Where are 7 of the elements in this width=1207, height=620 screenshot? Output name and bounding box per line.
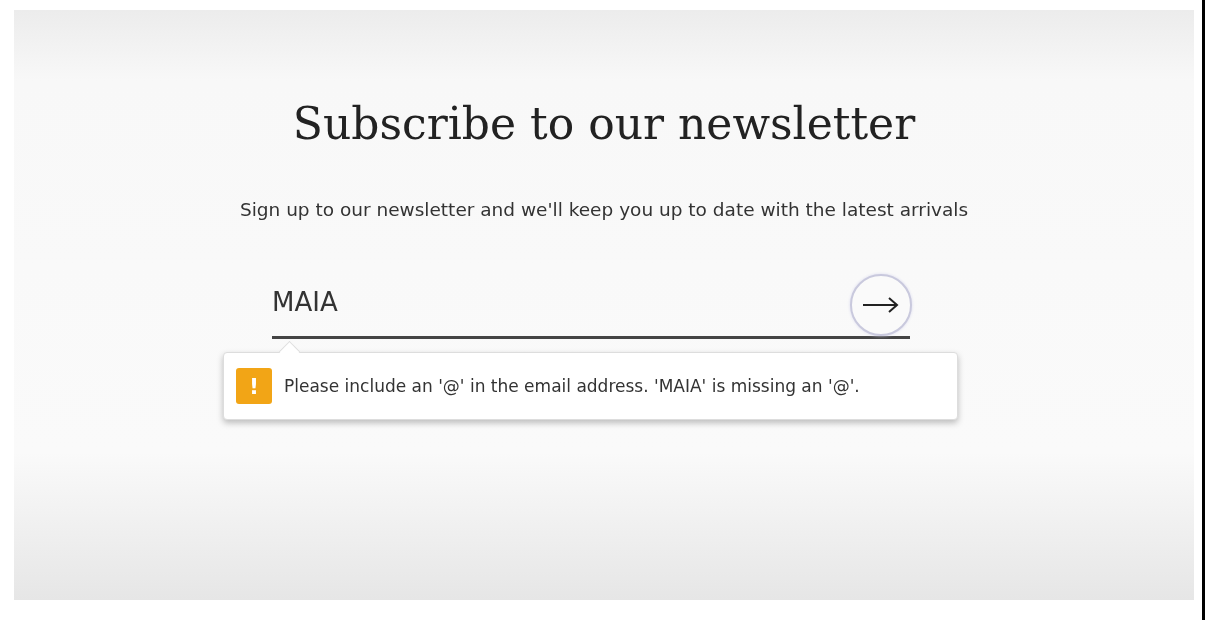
subheading: Sign up to our newsletter and we'll keep you up to date with the latest arrivals xyxy=(239,198,969,222)
warning-icon: ! xyxy=(236,368,272,404)
email-field[interactable]: MAIA xyxy=(272,271,838,332)
validation-message: Please include an '@' in the email address. 'MAIA' is missing an '@'. xyxy=(284,376,860,396)
arrow-icon xyxy=(861,294,901,315)
heading: Subscribe to our newsletter xyxy=(292,97,916,151)
submit-button[interactable] xyxy=(850,273,912,336)
